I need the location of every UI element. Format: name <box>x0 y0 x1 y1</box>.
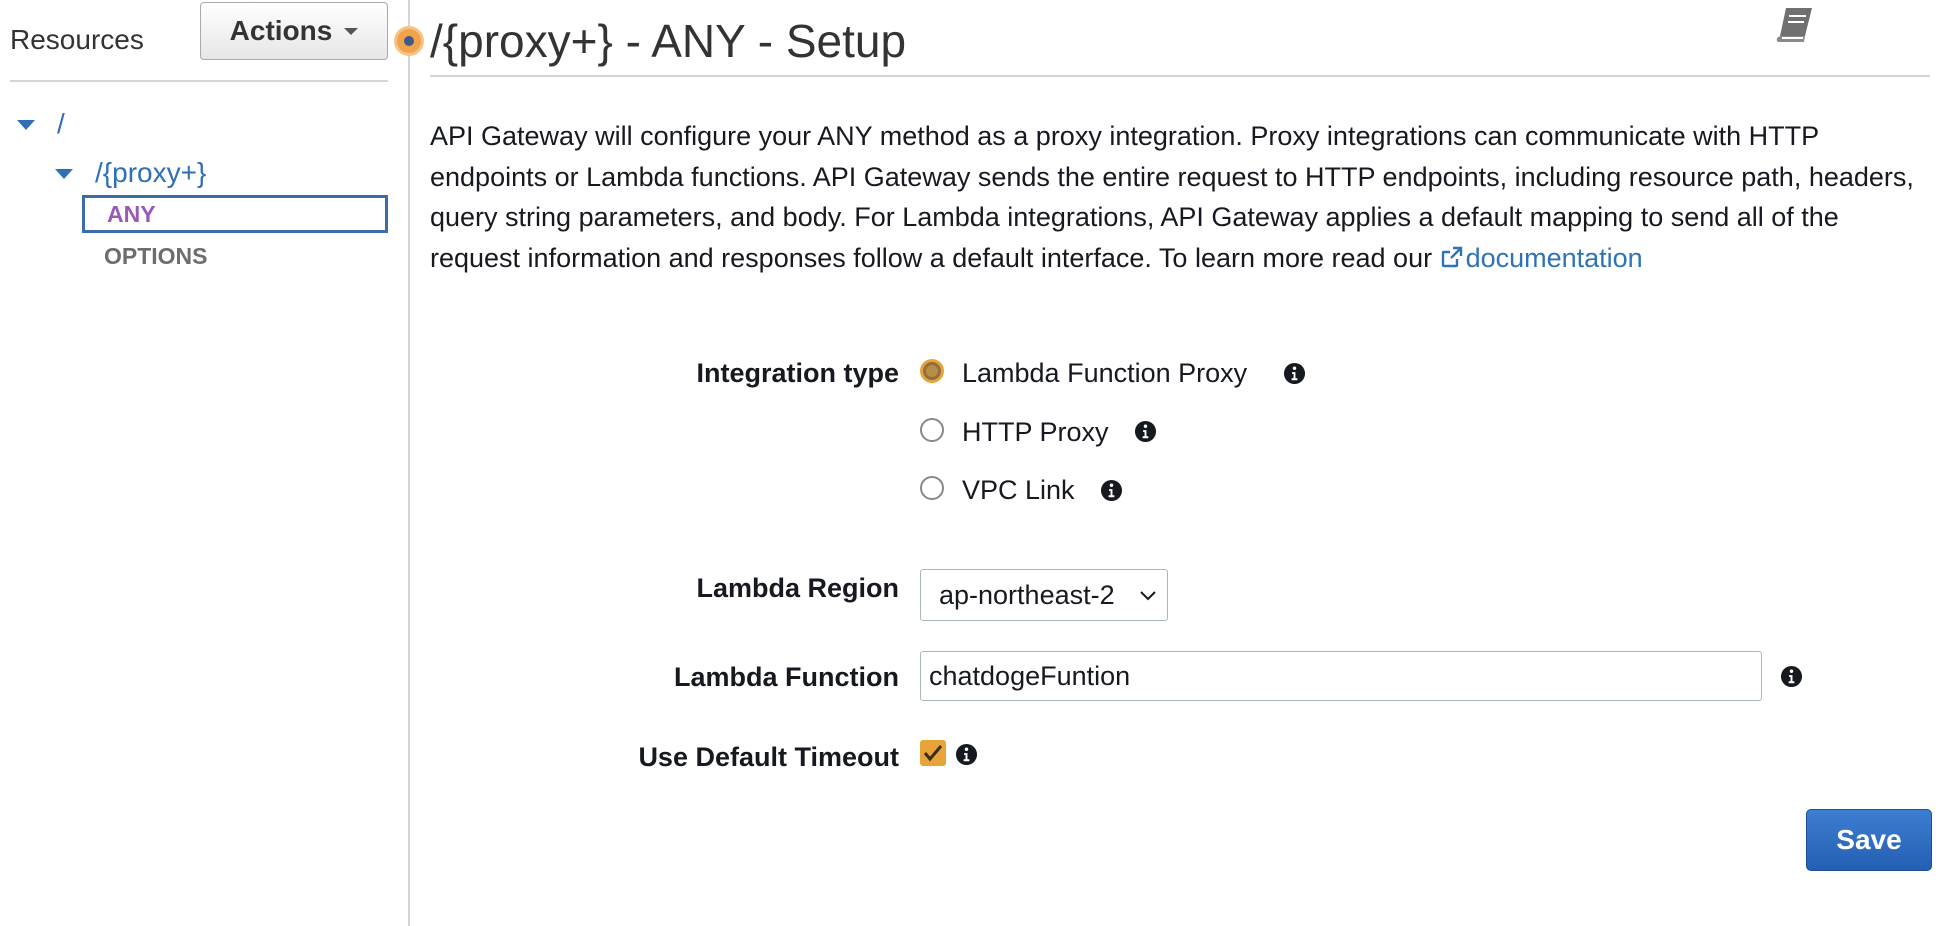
radio-lambda-function-proxy-label[interactable]: Lambda Function Proxy <box>962 358 1247 389</box>
tree-item-root[interactable]: / <box>57 108 65 140</box>
actions-button[interactable]: Actions <box>200 2 388 60</box>
documentation-link-label: documentation <box>1465 242 1643 273</box>
actions-button-label: Actions <box>229 15 333 46</box>
external-link-icon <box>1440 240 1464 281</box>
title-divider <box>430 75 1930 77</box>
book-icon[interactable] <box>1774 6 1816 51</box>
integration-description: API Gateway will configure your ANY meth… <box>430 116 1930 280</box>
resources-divider <box>10 80 388 82</box>
tree-expand-proxy-icon[interactable] <box>55 169 73 179</box>
description-text: API Gateway will configure your ANY meth… <box>430 121 1914 273</box>
radio-vpc-link-label[interactable]: VPC Link <box>962 475 1075 506</box>
page-title: /{proxy+} - ANY - Setup <box>430 15 907 67</box>
chevron-down-icon <box>1140 591 1156 601</box>
radio-http-proxy[interactable] <box>920 418 944 442</box>
lambda-function-label: Lambda Function <box>674 662 899 692</box>
info-icon[interactable] <box>1100 479 1123 502</box>
radio-http-proxy-label[interactable]: HTTP Proxy <box>962 417 1109 448</box>
lambda-region-select[interactable]: ap-northeast-2 <box>920 569 1168 621</box>
resources-panel: Resources Actions / /{proxy+} ANY OPTION… <box>0 0 392 926</box>
info-icon[interactable] <box>1283 362 1306 385</box>
save-button[interactable]: Save <box>1806 809 1932 871</box>
lambda-region-value: ap-northeast-2 <box>939 580 1115 610</box>
info-icon[interactable] <box>1134 420 1157 443</box>
tree-expand-root-icon[interactable] <box>17 120 35 130</box>
tree-method-any[interactable]: ANY <box>82 195 388 233</box>
resources-title: Resources <box>10 24 144 55</box>
info-icon[interactable] <box>1780 665 1803 688</box>
checkmark-icon <box>923 745 943 762</box>
info-icon[interactable] <box>955 743 978 766</box>
radio-lambda-function-proxy[interactable] <box>920 359 944 383</box>
panel-splitter[interactable] <box>408 0 410 926</box>
lambda-function-input[interactable] <box>920 651 1762 701</box>
default-timeout-checkbox[interactable] <box>920 740 946 766</box>
integration-type-label: Integration type <box>696 358 899 388</box>
caret-down-icon <box>344 27 359 35</box>
splitter-handle-icon[interactable] <box>394 26 424 56</box>
tree-item-proxy[interactable]: /{proxy+} <box>95 157 206 189</box>
lambda-region-label: Lambda Region <box>696 573 899 603</box>
documentation-link[interactable]: documentation <box>1440 243 1643 273</box>
tree-method-options[interactable]: OPTIONS <box>104 243 208 270</box>
default-timeout-label: Use Default Timeout <box>638 742 899 772</box>
radio-vpc-link[interactable] <box>920 476 944 500</box>
